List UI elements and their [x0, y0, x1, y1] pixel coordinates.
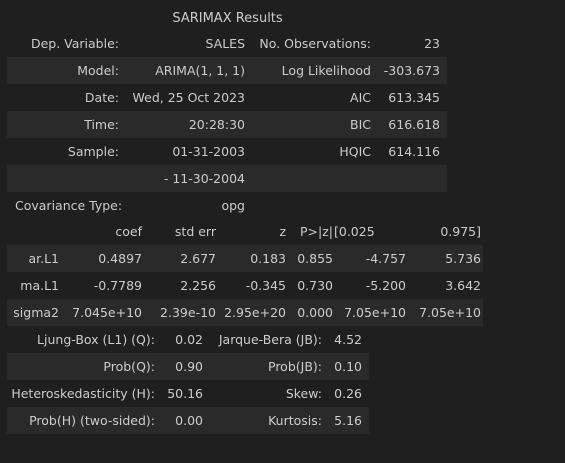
- coef-value: 7.05e+10: [419, 305, 481, 320]
- diagnostics-label: Heteroskedasticity (H):: [11, 386, 155, 401]
- info-row: - 11-30-2004: [7, 165, 447, 192]
- info-value: 616.618: [388, 117, 440, 132]
- info-label: Time:: [84, 117, 119, 132]
- info-value: 613.345: [388, 90, 440, 105]
- coef-value: 0.4897: [98, 251, 142, 266]
- coef-row: ar.L1 0.4897 2.677 0.183 0.855 -4.757 5.736: [7, 245, 483, 272]
- coef-header-row: coef std err z P>|z| [0.025 0.975]: [7, 218, 483, 245]
- diagnostics-value: 0.10: [334, 359, 362, 374]
- info-label: [246, 165, 371, 192]
- coef-value: 5.736: [445, 251, 481, 266]
- info-row: Time: 20:28:30 BIC 616.618: [7, 111, 447, 138]
- coef-value: 3.642: [445, 278, 481, 293]
- info-label: BIC: [350, 117, 371, 132]
- coef-value: 2.95e+20: [224, 305, 286, 320]
- info-value: 23: [424, 36, 440, 51]
- info-value: [372, 192, 440, 219]
- info-row: Sample: 01-31-2003 HQIC 614.116: [7, 138, 447, 165]
- coef-column-header: std err: [174, 224, 216, 239]
- diagnostics-value: 4.52: [334, 332, 362, 347]
- info-value: opg: [221, 198, 245, 213]
- info-value: 614.116: [388, 144, 440, 159]
- coef-column-header: 0.975]: [440, 224, 481, 239]
- info-label: Model:: [77, 63, 119, 78]
- diagnostics-row: Ljung-Box (L1) (Q): 0.02 Jarque-Bera (JB):…: [7, 326, 369, 353]
- coef-column-header: [7, 218, 59, 245]
- info-value: Wed, 25 Oct 2023: [132, 90, 245, 105]
- info-label: Dep. Variable:: [30, 36, 119, 51]
- diagnostics-label: Kurtosis:: [268, 413, 322, 428]
- info-label: HQIC: [339, 144, 371, 159]
- info-label: Sample:: [67, 144, 119, 159]
- info-value: 01-31-2003: [172, 144, 245, 159]
- info-label: Log Likelihood: [281, 63, 371, 78]
- info-label: [7, 165, 119, 192]
- coef-column-header: coef: [115, 224, 142, 239]
- info-label: Date:: [84, 90, 119, 105]
- info-value: [372, 165, 440, 192]
- coef-value: -0.7789: [93, 278, 142, 293]
- coef-value: 0.855: [297, 251, 333, 266]
- diagnostics-label: Prob(H) (two-sided):: [29, 413, 155, 428]
- info-value: SALES: [205, 36, 245, 51]
- coef-value: -0.345: [245, 278, 286, 293]
- coef-value: 7.05e+10: [344, 305, 406, 320]
- results-caption: SARIMAX Results: [172, 11, 283, 26]
- diagnostics-value: 5.16: [334, 413, 362, 428]
- coef-row: ma.L1 -0.7789 2.256 -0.345 0.730 -5.200 3.642: [7, 272, 483, 299]
- coef-value: 0.730: [297, 278, 333, 293]
- coef-value: 2.677: [180, 251, 216, 266]
- coef-row: sigma2 7.045e+10 2.39e-10 2.95e+20 0.000 7.05…: [7, 299, 483, 326]
- info-value: -303.673: [383, 63, 440, 78]
- info-label: [246, 192, 371, 219]
- diagnostics-label: Prob(JB):: [268, 359, 322, 374]
- info-row: Covariance Type: opg: [7, 192, 447, 219]
- diagnostics-value: 0.02: [175, 332, 203, 347]
- info-row: Date: Wed, 25 Oct 2023 AIC 613.345: [7, 84, 447, 111]
- diagnostics-row: Prob(H) (two-sided): 0.00 Kurtosis: 5.16: [7, 407, 369, 434]
- coef-term: sigma2: [13, 305, 59, 320]
- coef-value: -4.757: [365, 251, 406, 266]
- info-value: - 11-30-2004: [163, 171, 245, 186]
- info-value: 20:28:30: [188, 117, 245, 132]
- diagnostics-value: 0.90: [175, 359, 203, 374]
- info-row: Model: ARIMA(1, 1, 1) Log Likelihood -303.6…: [7, 57, 447, 84]
- diagnostics-value: 0.26: [334, 386, 362, 401]
- info-label: No. Observations:: [259, 36, 371, 51]
- diagnostics-row: Heteroskedasticity (H): 50.16 Skew: 0.26: [7, 380, 369, 407]
- coef-value: -5.200: [365, 278, 406, 293]
- coef-column-header: z: [279, 224, 286, 239]
- diagnostics-label: Skew:: [285, 386, 322, 401]
- diagnostics-label: Prob(Q):: [103, 359, 155, 374]
- diagnostics-label: Jarque-Bera (JB):: [218, 332, 322, 347]
- coef-value: 2.39e-10: [160, 305, 216, 320]
- coef-term: ma.L1: [20, 278, 59, 293]
- sarimax-results-output: SARIMAX Results Dep. Variable: SALES No. O…: [0, 0, 565, 463]
- info-label: AIC: [350, 90, 371, 105]
- info-value: ARIMA(1, 1, 1): [155, 63, 245, 78]
- info-row: Dep. Variable: SALES No. Observations: 23: [7, 30, 447, 57]
- coef-value: 2.256: [180, 278, 216, 293]
- coef-value: 0.000: [297, 305, 333, 320]
- coef-column-header: [0.025: [334, 224, 375, 239]
- coef-term: ar.L1: [28, 251, 59, 266]
- coef-value: 0.183: [250, 251, 286, 266]
- diagnostics-value: 50.16: [167, 386, 203, 401]
- coef-column-header: P>|z|: [300, 224, 333, 239]
- diagnostics-row: Prob(Q): 0.90 Prob(JB): 0.10: [7, 353, 369, 380]
- coef-value: 7.045e+10: [72, 305, 142, 320]
- diagnostics-value: 0.00: [175, 413, 203, 428]
- diagnostics-label: Ljung-Box (L1) (Q):: [37, 332, 155, 347]
